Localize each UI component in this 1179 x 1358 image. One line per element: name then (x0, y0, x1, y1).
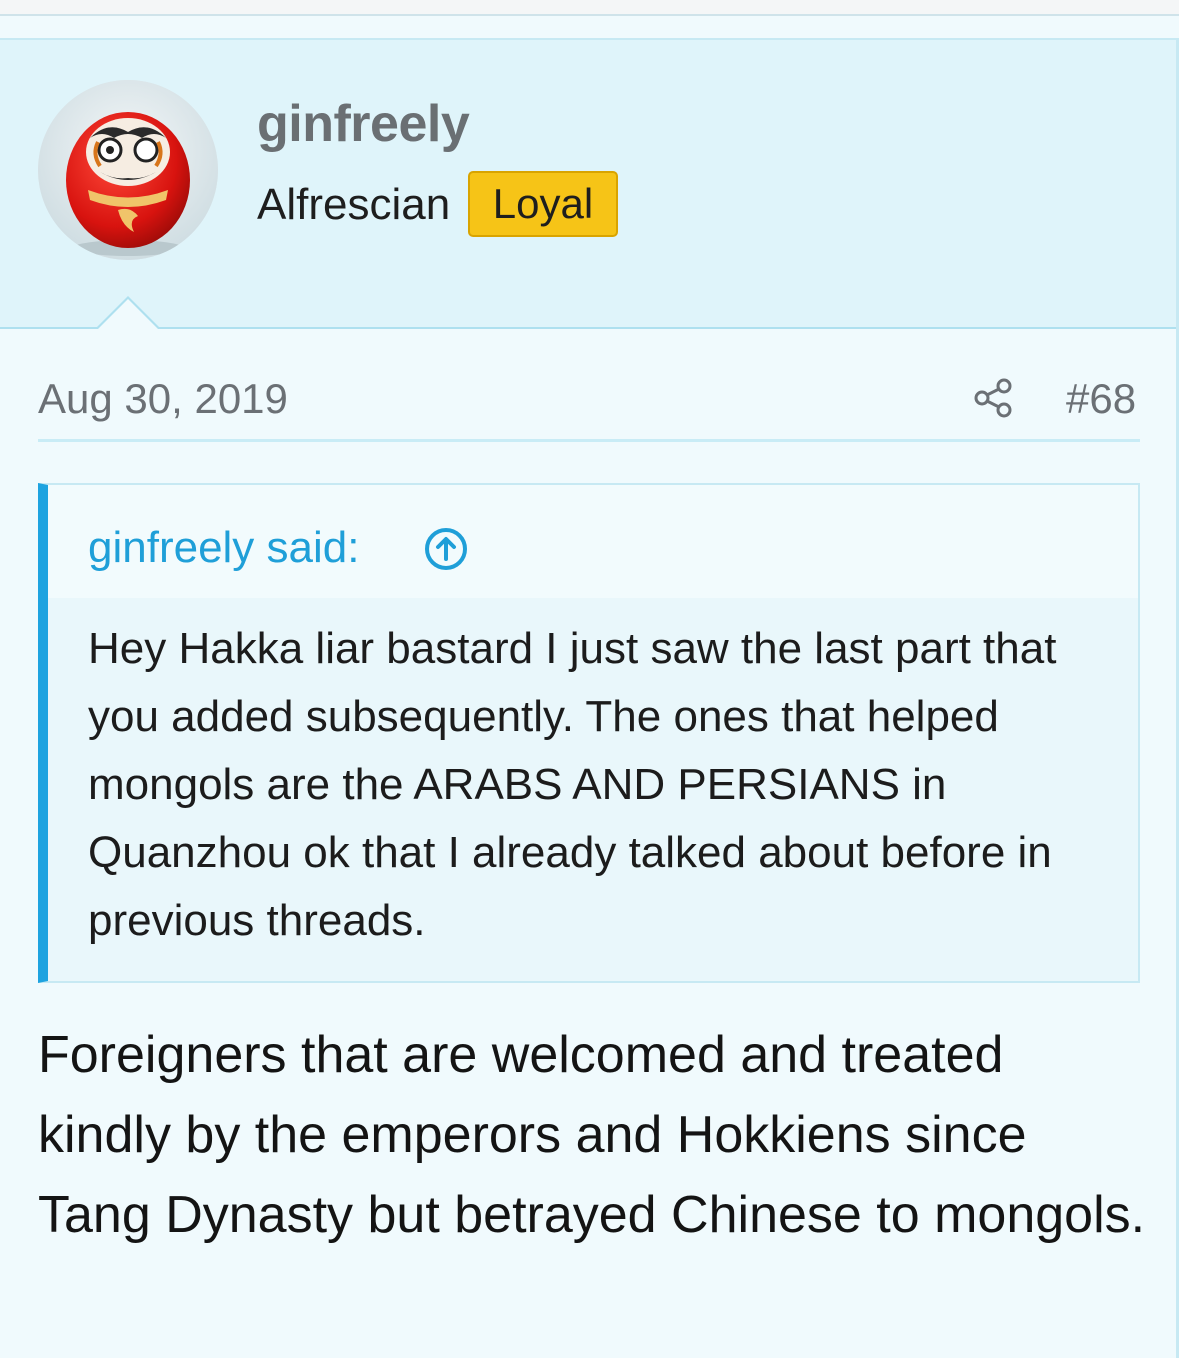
daruma-doll-avatar (38, 80, 218, 260)
post-date[interactable]: Aug 30, 2019 (38, 375, 288, 423)
user-title: Alfrescian (257, 180, 451, 229)
quote-text: Hey Hakka liar bastard I just saw the la… (88, 624, 1057, 945)
user-badge: Loyal (468, 171, 618, 237)
divider (38, 439, 1140, 442)
post-number-link[interactable]: #68 (1066, 375, 1136, 423)
share-icon[interactable] (972, 376, 1016, 420)
avatar[interactable] (38, 80, 218, 260)
quote-block: ginfreely said: Hey Hakka liar bastard I… (38, 483, 1140, 983)
quote-author-link[interactable]: ginfreely said: (88, 523, 359, 573)
arrow-up-circle-icon[interactable] (422, 525, 470, 573)
divider (0, 327, 1179, 329)
top-strip (0, 0, 1179, 16)
username[interactable]: ginfreely (257, 94, 470, 154)
post-body-text: Foreigners that are welcomed and treated… (38, 1026, 1146, 1244)
header-caret-inner (98, 299, 158, 329)
